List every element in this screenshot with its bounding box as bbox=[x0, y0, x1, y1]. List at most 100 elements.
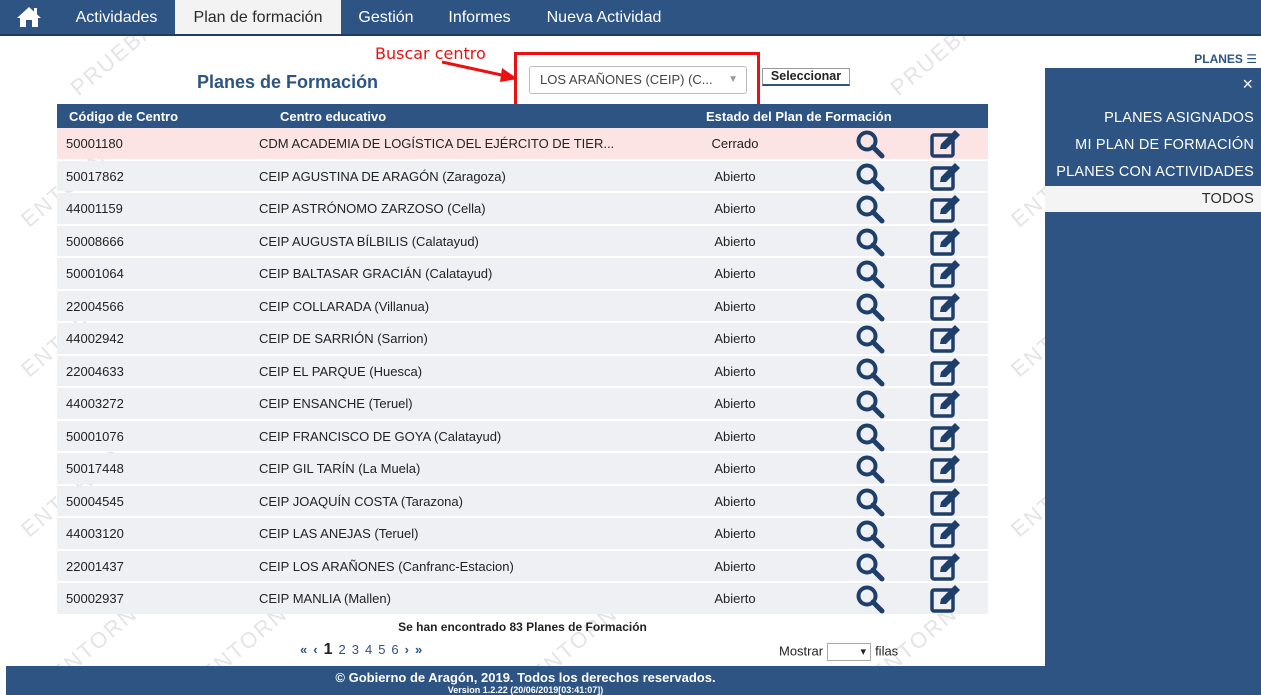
page-2[interactable]: 2 bbox=[338, 642, 345, 657]
table-row: 50017862 CEIP AGUSTINA DE ARAGÓN (Zaragoz… bbox=[57, 160, 988, 192]
edit-icon[interactable] bbox=[930, 552, 962, 582]
close-icon[interactable]: × bbox=[1242, 74, 1253, 95]
results-count: Se han encontrado 83 Planes de Formación bbox=[398, 620, 647, 634]
header-codigo: Código de Centro bbox=[69, 109, 179, 124]
menu-item-planes-asignados[interactable]: PLANES ASIGNADOS bbox=[1104, 110, 1254, 126]
planes-sidepanel: × PLANES ASIGNADOS MI PLAN DE FORMACIÓN … bbox=[1045, 68, 1261, 695]
page-4[interactable]: 4 bbox=[365, 642, 372, 657]
row-status: Abierto bbox=[714, 461, 756, 476]
page-6[interactable]: 6 bbox=[391, 642, 398, 657]
table-row: 50001076 CEIP FRANCISCO DE GOYA (Calatayu… bbox=[57, 420, 988, 452]
row-center-name: CEIP DE SARRIÓN (Sarrion) bbox=[259, 331, 428, 346]
search-icon[interactable] bbox=[855, 324, 885, 354]
tab-actividades[interactable]: Actividades bbox=[58, 0, 175, 34]
first-page-button[interactable]: « bbox=[300, 642, 307, 657]
search-icon[interactable] bbox=[855, 454, 885, 484]
search-icon[interactable] bbox=[855, 389, 885, 419]
table-row: 50001180 CDM ACADEMIA DE LOGÍSTICA DEL EJ… bbox=[57, 128, 988, 159]
tab-nueva-actividad[interactable]: Nueva Actividad bbox=[528, 0, 680, 34]
search-icon[interactable] bbox=[855, 259, 885, 289]
edit-icon[interactable] bbox=[930, 162, 962, 192]
row-status: Cerrado bbox=[711, 136, 759, 151]
row-center-name: CEIP COLLARADA (Villanua) bbox=[259, 298, 430, 314]
row-center-name: CEIP ASTRÓNOMO ZARZOSO (Cella) bbox=[259, 201, 486, 216]
edit-icon[interactable] bbox=[930, 487, 962, 517]
search-icon[interactable] bbox=[855, 194, 885, 224]
menu-item-mi-plan[interactable]: MI PLAN DE FORMACIÓN bbox=[1075, 137, 1254, 153]
tab-informes[interactable]: Informes bbox=[431, 0, 528, 34]
row-center-name: CEIP EL PARQUE (Huesca) bbox=[259, 363, 423, 379]
header-estado: Estado del Plan de Formación bbox=[706, 109, 892, 124]
row-center-name: CEIP BALTASAR GRACIÁN (Calatayud) bbox=[259, 266, 493, 281]
row-center-name: CEIP AGUSTINA DE ARAGÓN (Zaragoza) bbox=[259, 168, 506, 184]
row-status: Abierto bbox=[714, 168, 756, 184]
tab-plan-de-formacion[interactable]: Plan de formación bbox=[175, 0, 341, 34]
row-status: Abierto bbox=[714, 493, 756, 509]
rows-per-page-select[interactable] bbox=[827, 643, 872, 661]
caret-down-icon: ▼ bbox=[728, 74, 738, 85]
edit-icon[interactable] bbox=[930, 292, 962, 322]
planes-menu-toggle[interactable]: PLANES ☰ bbox=[1194, 52, 1257, 66]
row-center-name: CEIP FRANCISCO DE GOYA (Calatayud) bbox=[259, 428, 502, 444]
edit-icon[interactable] bbox=[930, 584, 962, 614]
search-icon[interactable] bbox=[855, 292, 885, 322]
row-center-name: CEIP ENSANCHE (Teruel) bbox=[259, 396, 413, 411]
search-icon[interactable] bbox=[855, 519, 885, 549]
row-code: 50001180 bbox=[66, 136, 123, 151]
home-icon bbox=[17, 7, 41, 27]
table-row: 22001437 CEIP LOS ARAÑONES (Canfranc-Esta… bbox=[57, 550, 988, 582]
row-code: 50017862 bbox=[66, 168, 124, 184]
page-title: Planes de Formación bbox=[197, 72, 379, 92]
next-page-button[interactable]: › bbox=[405, 642, 409, 657]
table-header: Código de Centro Centro educativo Estado… bbox=[57, 104, 988, 128]
search-icon[interactable] bbox=[855, 584, 885, 614]
row-center-name: CEIP MANLIA (Mallen) bbox=[259, 591, 391, 606]
header-centro: Centro educativo bbox=[280, 109, 387, 124]
menu-item-todos[interactable]: TODOS bbox=[1045, 186, 1261, 212]
edit-icon[interactable] bbox=[930, 324, 962, 354]
page-3[interactable]: 3 bbox=[352, 642, 359, 657]
edit-icon[interactable] bbox=[930, 357, 962, 387]
search-icon[interactable] bbox=[855, 552, 885, 582]
table-row: 50008666 CEIP AUGUSTA BÍLBILIS (Calatayud… bbox=[57, 225, 988, 257]
search-icon[interactable] bbox=[855, 487, 885, 517]
row-status: Abierto bbox=[714, 558, 756, 574]
page-1[interactable]: 1 bbox=[324, 641, 333, 659]
footer-copyright: © Gobierno de Aragón, 2019. Todos los de… bbox=[335, 670, 716, 685]
edit-icon[interactable] bbox=[930, 227, 962, 257]
row-code: 22004633 bbox=[66, 363, 124, 379]
row-code: 50001064 bbox=[66, 266, 124, 281]
page-5[interactable]: 5 bbox=[378, 642, 385, 657]
edit-icon[interactable] bbox=[930, 422, 962, 452]
edit-icon[interactable] bbox=[930, 194, 962, 224]
search-icon[interactable] bbox=[855, 129, 885, 159]
row-code: 50008666 bbox=[66, 233, 124, 249]
search-icon[interactable] bbox=[855, 227, 885, 257]
row-center-name: CEIP AUGUSTA BÍLBILIS (Calatayud) bbox=[259, 233, 479, 249]
edit-icon[interactable] bbox=[930, 519, 962, 549]
row-status: Abierto bbox=[714, 428, 756, 444]
row-code: 50002937 bbox=[66, 591, 124, 606]
table-row: 44003272 CEIP ENSANCHE (Teruel) Abierto bbox=[57, 388, 988, 419]
row-status: Abierto bbox=[714, 298, 756, 314]
table-row: 50004545 CEIP JOAQUÍN COSTA (Tarazona) Abi… bbox=[57, 485, 988, 517]
search-icon[interactable] bbox=[855, 162, 885, 192]
menu-item-planes-con-actividades[interactable]: PLANES CON ACTIVIDADES bbox=[1056, 164, 1254, 180]
edit-icon[interactable] bbox=[930, 454, 962, 484]
row-status: Abierto bbox=[714, 591, 756, 606]
row-status: Abierto bbox=[714, 331, 756, 346]
search-icon[interactable] bbox=[855, 357, 885, 387]
row-code: 44002942 bbox=[66, 331, 124, 346]
edit-icon[interactable] bbox=[930, 129, 962, 159]
prev-page-button[interactable]: ‹ bbox=[313, 642, 317, 657]
home-button[interactable] bbox=[6, 0, 52, 34]
edit-icon[interactable] bbox=[930, 389, 962, 419]
edit-icon[interactable] bbox=[930, 259, 962, 289]
tab-gestion[interactable]: Gestión bbox=[341, 0, 431, 34]
filas-label: filas bbox=[875, 643, 899, 659]
last-page-button[interactable]: » bbox=[415, 642, 422, 657]
search-icon[interactable] bbox=[855, 422, 885, 452]
row-code: 44003272 bbox=[66, 396, 124, 411]
seleccionar-button[interactable]: Seleccionar bbox=[762, 68, 850, 86]
center-select[interactable]: LOS ARAÑONES (CEIP) (C... ▼ bbox=[529, 66, 747, 94]
